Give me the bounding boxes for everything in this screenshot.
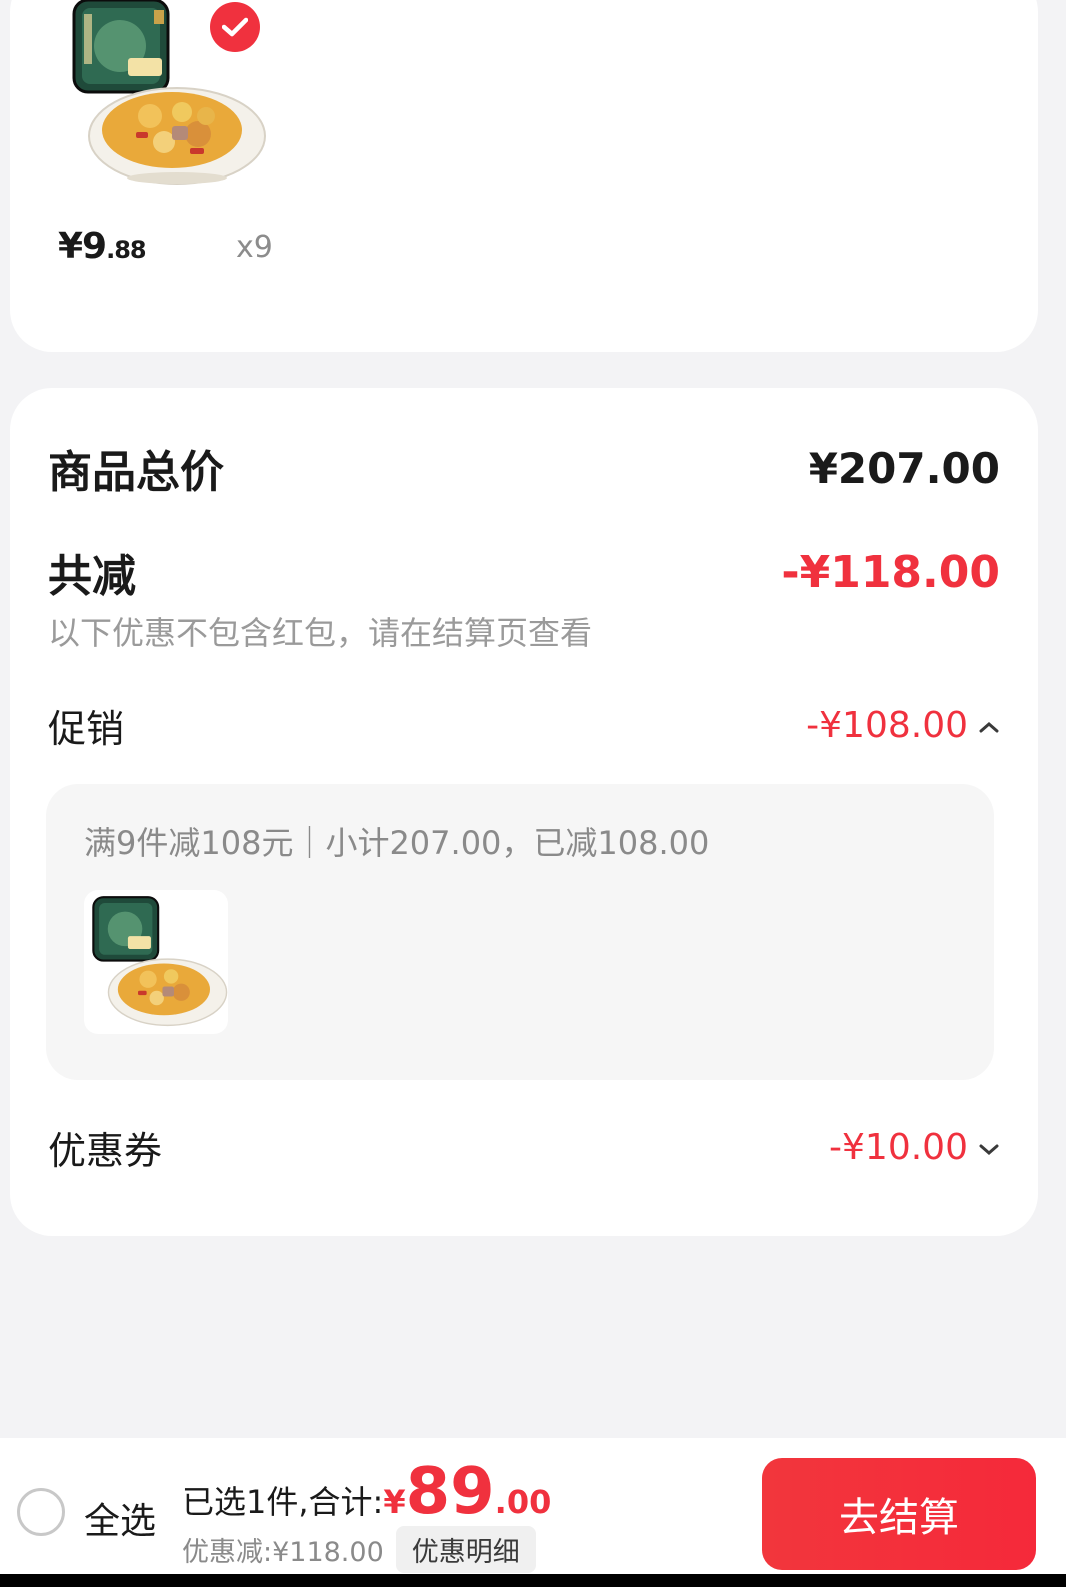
total-row: 商品总价 ¥207.00 <box>48 436 1000 500</box>
product-card: ¥9.88 x9 <box>10 0 1038 352</box>
total-value: ¥207.00 <box>808 443 1000 493</box>
total-amount-dec: .00 <box>494 1483 552 1521</box>
total-label: 商品总价 <box>48 447 224 498</box>
discount-note: 以下优惠不包含红包，请在结算页查看 <box>48 614 593 652</box>
coupon-value-group[interactable]: -¥10.00 <box>829 1127 1000 1168</box>
promo-row[interactable]: 促销 -¥108.00 <box>48 698 1000 753</box>
total-yen-symbol: ¥ <box>383 1483 406 1521</box>
promo-label: 促销 <box>48 707 125 751</box>
discount-text: 优惠减:¥118.00 <box>182 1537 384 1568</box>
promo-product-image[interactable] <box>84 890 228 1034</box>
selected-total: 已选1件,合计: ¥ 89 .00 <box>182 1460 551 1524</box>
cart-page: ¥9.88 x9 商品总价 ¥207.00 共减 -¥118.00 以下优惠不包… <box>0 0 1066 1587</box>
checkout-button[interactable]: 去结算 <box>762 1458 1036 1570</box>
reduce-row: 共减 -¥118.00 <box>48 540 1000 604</box>
chevron-up-icon[interactable] <box>978 711 1000 741</box>
item-selected-check-icon[interactable] <box>210 2 260 52</box>
chevron-down-icon[interactable] <box>978 1133 1000 1163</box>
price-summary-card: 商品总价 ¥207.00 共减 -¥118.00 以下优惠不包含红包，请在结算页… <box>10 388 1038 1236</box>
discount-line: 优惠减:¥118.00 优惠明细 <box>182 1526 536 1573</box>
select-all-radio[interactable] <box>17 1488 65 1536</box>
select-all-label[interactable]: 全选 <box>84 1492 156 1544</box>
reduce-value: -¥118.00 <box>781 546 1000 598</box>
reduce-label: 共减 <box>48 551 136 602</box>
discount-detail-button[interactable]: 优惠明细 <box>395 1526 536 1573</box>
total-amount-int: 89 <box>405 1455 495 1529</box>
checkout-bar: 全选 已选1件,合计: ¥ 89 .00 优惠减:¥118.00 优惠明细 去结… <box>0 1438 1066 1574</box>
promo-detail-text: 满9件减108元｜小计207.00，已减108.00 <box>84 824 710 862</box>
promo-detail-box: 满9件减108元｜小计207.00，已减108.00 <box>46 784 994 1080</box>
product-quantity: x9 <box>236 230 273 265</box>
product-price: ¥9.88 <box>58 226 147 267</box>
promo-value: -¥108.00 <box>806 705 968 746</box>
system-nav-strip <box>0 1574 1066 1587</box>
coupon-label: 优惠券 <box>48 1129 163 1173</box>
promo-value-group[interactable]: -¥108.00 <box>806 705 1000 746</box>
product-price-dec: .88 <box>106 236 147 264</box>
selected-summary-text: 已选1件,合计: <box>182 1483 384 1521</box>
coupon-row[interactable]: 优惠券 -¥10.00 <box>48 1120 1000 1175</box>
product-price-int: ¥9 <box>58 226 107 267</box>
coupon-value: -¥10.00 <box>829 1127 968 1168</box>
